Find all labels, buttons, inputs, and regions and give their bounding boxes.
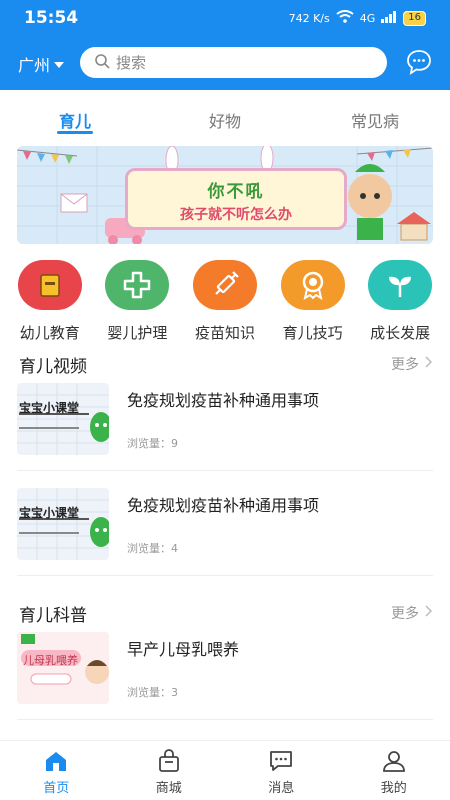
banner-line-2: 孩子就不听怎么办 — [180, 207, 292, 223]
item-views: 浏览量：3 — [127, 686, 178, 699]
tab-goods[interactable]: 好物 — [150, 90, 300, 138]
category-parenting-skills[interactable]: 育儿技巧 — [272, 260, 354, 345]
science-section-header: 育儿科普 更多 — [0, 597, 450, 627]
video-section-header: 育儿视频 更多 — [0, 348, 450, 378]
city-label: 广州 — [18, 56, 51, 75]
item-title: 免疫规划疫苗补种通用事项 — [127, 496, 320, 515]
search-icon — [94, 53, 110, 73]
more-label: 更多 — [391, 606, 419, 622]
nav-label: 商城 — [155, 781, 182, 796]
banner-board: 你不吼 孩子就不听怎么办 — [125, 168, 347, 230]
status-icons: 742 K/s 4G 16 — [289, 10, 426, 26]
speed-indicator: 742 K/s — [288, 11, 330, 25]
more-link[interactable]: 更多 — [391, 603, 433, 623]
article-list-item[interactable]: 儿母乳喂养 早产儿母乳喂养 浏览量：3 — [17, 632, 433, 720]
video-thumbnail: 宝宝小课堂 — [17, 383, 109, 455]
medical-cross-icon — [105, 260, 170, 310]
nav-home[interactable]: 首页 — [0, 741, 113, 800]
nav-messages[interactable]: 消息 — [225, 741, 338, 800]
message-icon — [268, 749, 294, 773]
category-label: 成长发展 — [370, 324, 431, 342]
category-label: 婴儿护理 — [107, 324, 168, 342]
tab-common-diseases[interactable]: 常见病 — [300, 90, 450, 138]
syringe-icon — [192, 260, 257, 310]
battery-icon: 16 — [403, 10, 426, 26]
content-tabs: 育儿 好物 常见病 — [0, 90, 450, 138]
video-list-item[interactable]: 宝宝小课堂 免疫规划疫苗补种通用事项 浏览量：9 — [17, 383, 433, 471]
nav-label: 我的 — [380, 781, 407, 796]
item-title: 早产儿母乳喂养 — [127, 640, 240, 659]
more-link[interactable]: 更多 — [391, 354, 433, 374]
signal-icon — [381, 10, 397, 26]
status-time: 15:54 — [24, 8, 79, 28]
category-label: 幼儿教育 — [19, 324, 80, 342]
banner-line-1: 你不吼 — [207, 182, 265, 202]
thumbnail-caption: 宝宝小课堂 — [19, 401, 80, 415]
category-grid: 幼儿教育 婴儿护理 疫苗知识 育儿技巧 成长发展 — [0, 260, 450, 345]
home-icon — [43, 749, 69, 773]
status-bar: 15:54 742 K/s 4G 16 — [0, 0, 450, 36]
wifi-icon — [336, 10, 354, 26]
city-selector[interactable]: 广州 — [18, 52, 65, 76]
sprout-icon — [368, 260, 433, 310]
category-growth-development[interactable]: 成长发展 — [359, 260, 441, 345]
chevron-right-icon — [425, 605, 433, 621]
item-views: 浏览量：4 — [127, 542, 178, 555]
promo-banner[interactable]: 你不吼 孩子就不听怎么办 — [17, 146, 433, 244]
book-icon — [17, 260, 82, 310]
search-placeholder: 搜索 — [116, 54, 147, 72]
chevron-right-icon — [425, 356, 433, 372]
chat-bubble-icon[interactable] — [406, 49, 432, 75]
nav-profile[interactable]: 我的 — [338, 741, 450, 800]
article-thumbnail: 儿母乳喂养 — [17, 632, 109, 704]
category-early-education[interactable]: 幼儿教育 — [9, 260, 91, 345]
section-title: 育儿科普 — [19, 606, 87, 626]
tab-parenting[interactable]: 育儿 — [0, 90, 150, 138]
user-icon — [381, 749, 407, 773]
item-views: 浏览量：9 — [127, 437, 178, 450]
nav-label: 首页 — [43, 781, 70, 796]
shopping-bag-icon — [156, 749, 182, 773]
video-thumbnail: 宝宝小课堂 — [17, 488, 109, 560]
top-bar: 广州 搜索 — [0, 36, 450, 90]
more-label: 更多 — [391, 357, 419, 373]
thumbnail-caption: 儿母乳喂养 — [23, 654, 78, 667]
bottom-nav: 首页 商城 消息 我的 — [0, 740, 450, 800]
category-infant-care[interactable]: 婴儿护理 — [96, 260, 178, 345]
section-title: 育儿视频 — [19, 357, 87, 377]
thumbnail-caption: 宝宝小课堂 — [19, 506, 80, 520]
video-list-item[interactable]: 宝宝小课堂 免疫规划疫苗补种通用事项 浏览量：4 — [17, 488, 433, 576]
category-label: 疫苗知识 — [194, 324, 255, 342]
nav-label: 消息 — [268, 781, 295, 796]
item-title: 免疫规划疫苗补种通用事项 — [127, 391, 320, 410]
nav-mall[interactable]: 商城 — [113, 741, 226, 800]
chevron-down-icon — [54, 62, 65, 68]
network-type: 4G — [359, 11, 376, 25]
search-input[interactable]: 搜索 — [80, 47, 387, 78]
category-vaccine-knowledge[interactable]: 疫苗知识 — [184, 260, 266, 345]
category-label: 育儿技巧 — [282, 324, 343, 342]
award-icon — [280, 260, 345, 310]
